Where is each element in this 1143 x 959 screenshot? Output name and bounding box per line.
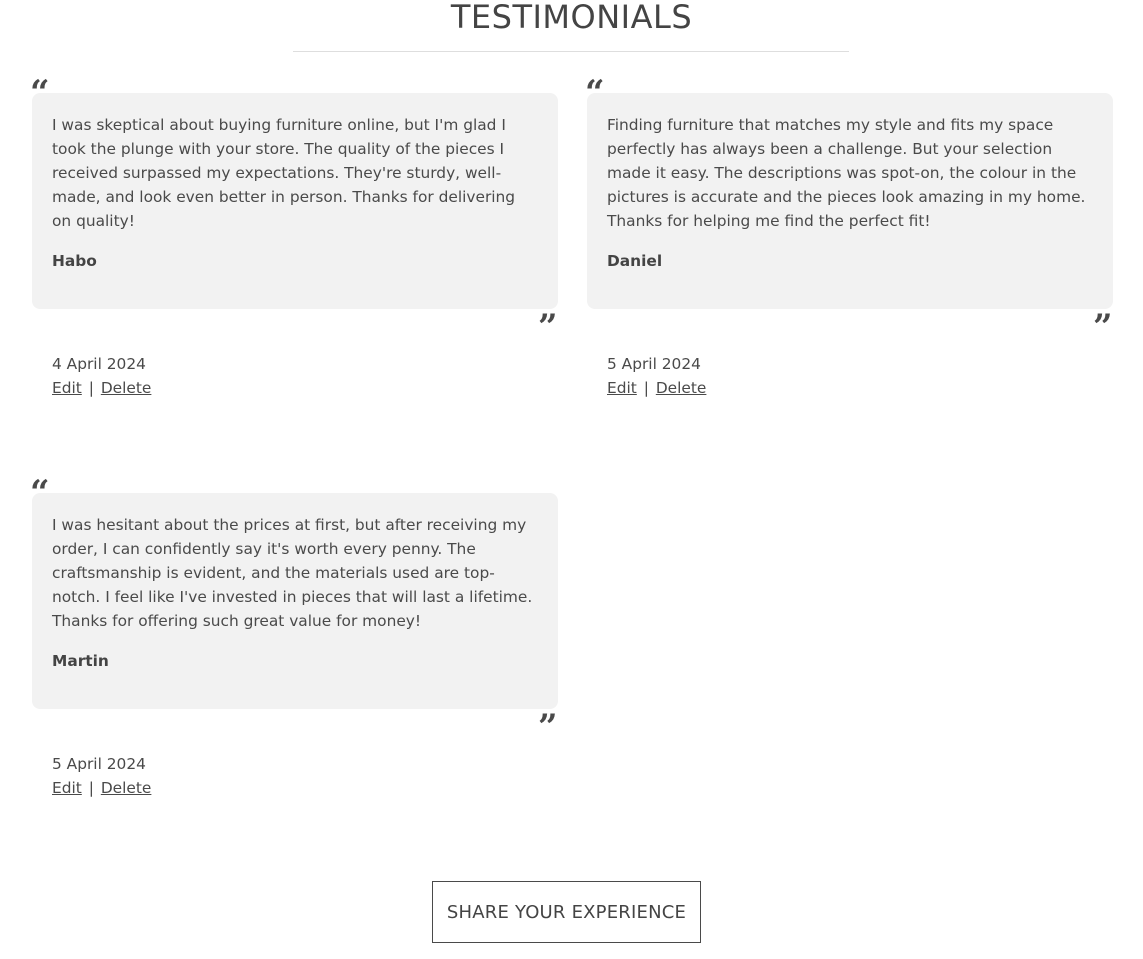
edit-link[interactable]: Edit bbox=[607, 379, 637, 397]
edit-link[interactable]: Edit bbox=[52, 779, 82, 797]
delete-link[interactable]: Delete bbox=[101, 779, 152, 797]
testimonial-text: I was hesitant about the prices at first… bbox=[52, 516, 533, 630]
testimonial-author: Daniel bbox=[607, 252, 663, 270]
testimonial-meta: 5 April 2024 Edit | Delete bbox=[52, 752, 151, 800]
edit-link[interactable]: Edit bbox=[52, 379, 82, 397]
testimonial-author: Habo bbox=[52, 252, 97, 270]
testimonial-date: 4 April 2024 bbox=[52, 355, 146, 373]
testimonial-card: I was hesitant about the prices at first… bbox=[32, 493, 558, 709]
quote-close-icon: ” bbox=[1093, 310, 1113, 332]
action-separator: | bbox=[643, 379, 649, 397]
testimonial-text: Finding furniture that matches my style … bbox=[607, 116, 1086, 230]
action-separator: | bbox=[88, 379, 94, 397]
action-separator: | bbox=[88, 779, 94, 797]
testimonial-actions: Edit | Delete bbox=[52, 376, 151, 400]
testimonial-card: I was skeptical about buying furniture o… bbox=[32, 93, 558, 309]
quote-close-icon: ” bbox=[538, 710, 558, 732]
delete-link[interactable]: Delete bbox=[101, 379, 152, 397]
testimonial-date: 5 April 2024 bbox=[52, 755, 146, 773]
testimonial-card: Finding furniture that matches my style … bbox=[587, 93, 1113, 309]
testimonial-actions: Edit | Delete bbox=[52, 776, 151, 800]
testimonial-author: Martin bbox=[52, 652, 109, 670]
testimonial-meta: 5 April 2024 Edit | Delete bbox=[607, 352, 706, 400]
delete-link[interactable]: Delete bbox=[656, 379, 707, 397]
share-experience-button[interactable]: SHARE YOUR EXPERIENCE bbox=[432, 881, 701, 943]
title-divider bbox=[293, 51, 849, 52]
quote-close-icon: ” bbox=[538, 310, 558, 332]
testimonial-actions: Edit | Delete bbox=[607, 376, 706, 400]
testimonial-meta: 4 April 2024 Edit | Delete bbox=[52, 352, 151, 400]
testimonial-date: 5 April 2024 bbox=[607, 355, 701, 373]
page-title: TESTIMONIALS bbox=[450, 0, 693, 36]
testimonial-text: I was skeptical about buying furniture o… bbox=[52, 116, 516, 230]
